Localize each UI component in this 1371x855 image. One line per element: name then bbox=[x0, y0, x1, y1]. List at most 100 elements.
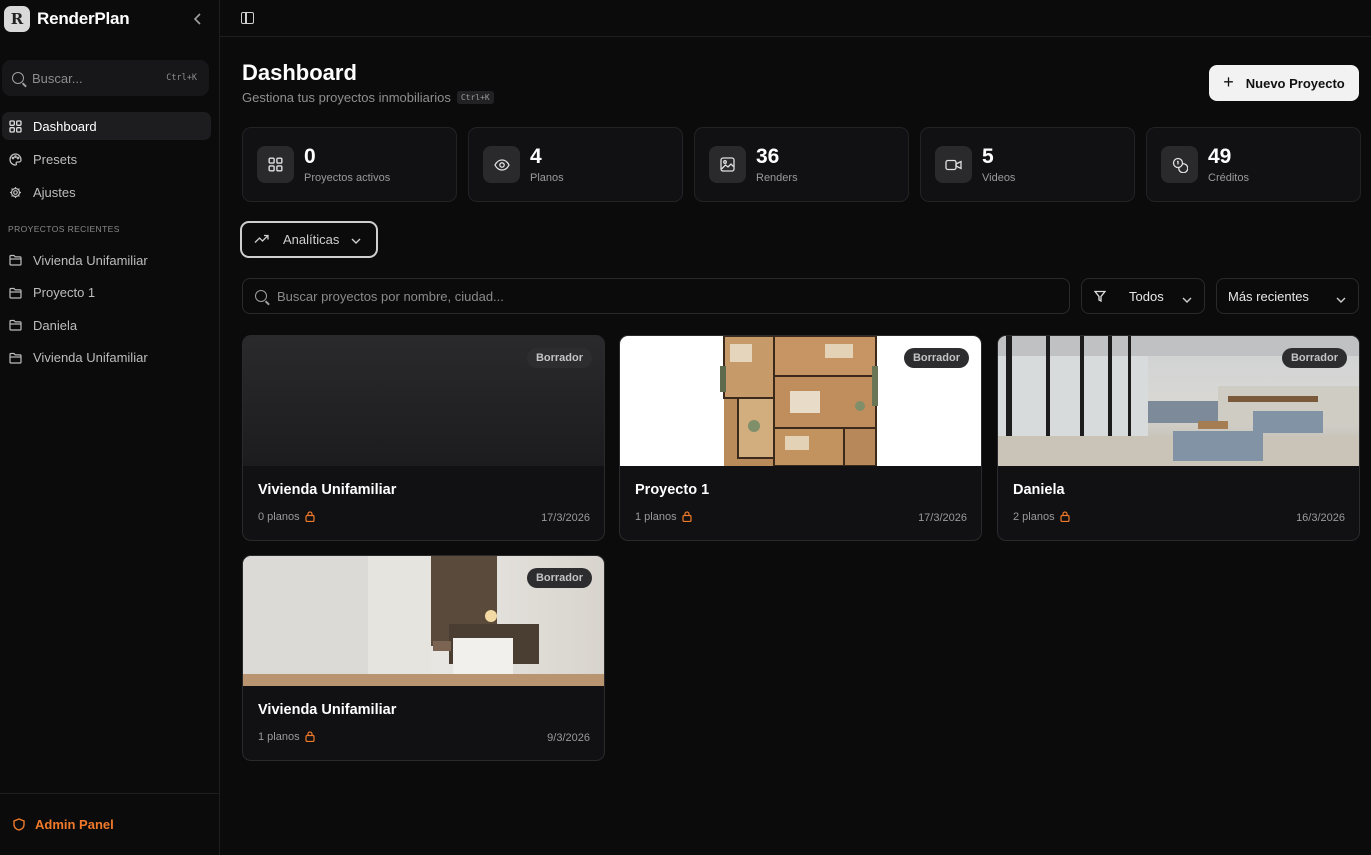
page-header: Dashboard Gestiona tus proyectos inmobil… bbox=[242, 60, 494, 105]
stat-card-planos: 4 Planos bbox=[468, 127, 683, 202]
recent-project-item[interactable]: Proyecto 1 bbox=[8, 281, 219, 305]
project-card[interactable]: Borrador Daniela 2 planos 16/3/2026 bbox=[997, 335, 1360, 541]
grid-icon bbox=[8, 119, 22, 133]
project-meta: 0 planos 17/3/2026 bbox=[258, 511, 590, 525]
page-subtitle: Gestiona tus proyectos inmobiliarios Ctr… bbox=[242, 90, 494, 105]
stat-value: 0 bbox=[304, 144, 316, 168]
project-card[interactable]: Borrador Vivienda Unifamiliar 1 planos 9… bbox=[242, 555, 605, 761]
sort-value: Más recientes bbox=[1228, 288, 1309, 304]
stat-value: 49 bbox=[1208, 144, 1232, 168]
sidebar-item-dashboard[interactable]: Dashboard bbox=[2, 112, 211, 140]
sidebar-nav: Dashboard Presets Ajustes bbox=[0, 112, 219, 206]
sidebar-item-ajustes[interactable]: Ajustes bbox=[2, 178, 211, 206]
lock-icon bbox=[304, 511, 315, 525]
search-icon bbox=[12, 72, 24, 84]
project-date: 16/3/2026 bbox=[1296, 512, 1345, 524]
search-shortcut: Ctrl+K bbox=[166, 73, 197, 83]
project-title: Daniela bbox=[1013, 482, 1065, 498]
stat-value: 4 bbox=[530, 144, 542, 168]
status-badge: Borrador bbox=[903, 348, 969, 368]
project-search-placeholder: Buscar proyectos por nombre, ciudad... bbox=[277, 288, 504, 304]
project-thumbnail-floor-plan: Borrador bbox=[620, 336, 981, 466]
sidebar-item-presets[interactable]: Presets bbox=[2, 145, 211, 173]
project-plans-count: 0 planos bbox=[258, 511, 300, 523]
lock-icon bbox=[681, 511, 692, 525]
stat-label: Videos bbox=[982, 171, 1016, 184]
project-thumbnail-empty: Borrador bbox=[243, 336, 604, 466]
recent-project-item[interactable]: Daniela bbox=[8, 313, 219, 337]
subtitle-text: Gestiona tus proyectos inmobiliarios bbox=[242, 90, 451, 105]
sidebar-item-label: Presets bbox=[33, 151, 78, 167]
recent-project-label: Daniela bbox=[33, 317, 78, 333]
project-search-input[interactable]: Buscar proyectos por nombre, ciudad... bbox=[242, 278, 1070, 314]
topbar bbox=[220, 0, 1371, 37]
recent-project-label: Vivienda Unifamiliar bbox=[33, 350, 148, 365]
eye-icon bbox=[483, 146, 520, 183]
project-title: Vivienda Unifamiliar bbox=[258, 702, 397, 718]
folder-icon bbox=[8, 351, 22, 365]
new-project-button[interactable]: + Nuevo Proyecto bbox=[1209, 65, 1359, 101]
lock-icon bbox=[1059, 511, 1070, 525]
stat-label: Renders bbox=[756, 171, 798, 184]
sidebar: R RenderPlan Buscar... Ctrl+K Dashboard … bbox=[0, 0, 220, 855]
sort-select[interactable]: Más recientes bbox=[1216, 278, 1359, 314]
collapse-sidebar-icon[interactable] bbox=[193, 12, 203, 28]
admin-panel-link[interactable]: Admin Panel bbox=[0, 793, 219, 855]
image-icon bbox=[709, 146, 746, 183]
project-meta: 1 planos 9/3/2026 bbox=[258, 731, 590, 745]
stats-row: 0 Proyectos activos 4 Planos 36 Renders … bbox=[242, 127, 1361, 202]
brand[interactable]: R RenderPlan bbox=[0, 0, 219, 38]
stat-value: 5 bbox=[982, 144, 994, 168]
palette-icon bbox=[8, 152, 22, 166]
search-icon bbox=[255, 290, 267, 302]
stat-card-videos: 5 Videos bbox=[920, 127, 1135, 202]
shortcut-badge: Ctrl+K bbox=[456, 91, 494, 104]
recent-projects-heading: PROYECTOS RECIENTES bbox=[8, 224, 120, 234]
folder-icon bbox=[8, 318, 22, 332]
recent-projects-list: Vivienda Unifamiliar Proyecto 1 Daniela … bbox=[0, 248, 219, 370]
recent-project-label: Proyecto 1 bbox=[33, 285, 96, 300]
folder-icon bbox=[8, 253, 22, 267]
folder-icon bbox=[8, 286, 22, 300]
brand-name: RenderPlan bbox=[37, 9, 130, 28]
stat-label: Proyectos activos bbox=[304, 171, 391, 184]
analytics-toggle-button[interactable]: Analíticas bbox=[240, 221, 378, 258]
project-plans-count: 1 planos bbox=[635, 511, 677, 523]
coins-icon bbox=[1161, 146, 1198, 183]
project-meta: 1 planos 17/3/2026 bbox=[635, 511, 967, 525]
project-meta: 2 planos 16/3/2026 bbox=[1013, 511, 1345, 525]
filter-bar: Buscar proyectos por nombre, ciudad... T… bbox=[242, 278, 1359, 314]
main-content: Dashboard Gestiona tus proyectos inmobil… bbox=[220, 0, 1371, 855]
chevron-down-icon bbox=[1336, 291, 1346, 306]
page-title: Dashboard bbox=[242, 60, 357, 85]
shield-icon bbox=[12, 818, 26, 832]
lock-icon bbox=[304, 731, 315, 745]
stat-label: Créditos bbox=[1208, 171, 1249, 184]
project-plans-count: 1 planos bbox=[258, 731, 300, 743]
project-date: 9/3/2026 bbox=[547, 732, 590, 744]
project-card[interactable]: Borrador Proyecto 1 1 planos 17/3/2026 bbox=[619, 335, 982, 541]
sidebar-search-input[interactable]: Buscar... Ctrl+K bbox=[2, 60, 209, 96]
project-title: Vivienda Unifamiliar bbox=[258, 482, 397, 498]
toggle-sidebar-icon[interactable] bbox=[241, 12, 254, 24]
project-thumbnail-living-room: Borrador bbox=[998, 336, 1359, 466]
status-filter-select[interactable]: Todos bbox=[1081, 278, 1205, 314]
stat-card-creditos: 49 Créditos bbox=[1146, 127, 1361, 202]
stat-card-projects: 0 Proyectos activos bbox=[242, 127, 457, 202]
chevron-down-icon bbox=[1182, 291, 1192, 306]
sidebar-item-label: Ajustes bbox=[33, 184, 76, 200]
recent-project-label: Vivienda Unifamiliar bbox=[33, 252, 148, 268]
stat-card-renders: 36 Renders bbox=[694, 127, 909, 202]
video-icon bbox=[935, 146, 972, 183]
project-card[interactable]: Borrador Vivienda Unifamiliar 0 planos 1… bbox=[242, 335, 605, 541]
status-badge: Borrador bbox=[526, 348, 592, 368]
project-date: 17/3/2026 bbox=[541, 512, 590, 524]
recent-project-item[interactable]: Vivienda Unifamiliar bbox=[8, 346, 219, 370]
recent-project-item[interactable]: Vivienda Unifamiliar bbox=[8, 248, 219, 272]
status-filter-value: Todos bbox=[1129, 288, 1164, 304]
stat-value: 36 bbox=[756, 144, 780, 168]
status-badge: Borrador bbox=[526, 568, 592, 588]
project-thumbnail-bedroom: Borrador bbox=[243, 556, 604, 686]
analytics-label: Analíticas bbox=[283, 232, 340, 247]
status-badge: Borrador bbox=[1281, 348, 1347, 368]
